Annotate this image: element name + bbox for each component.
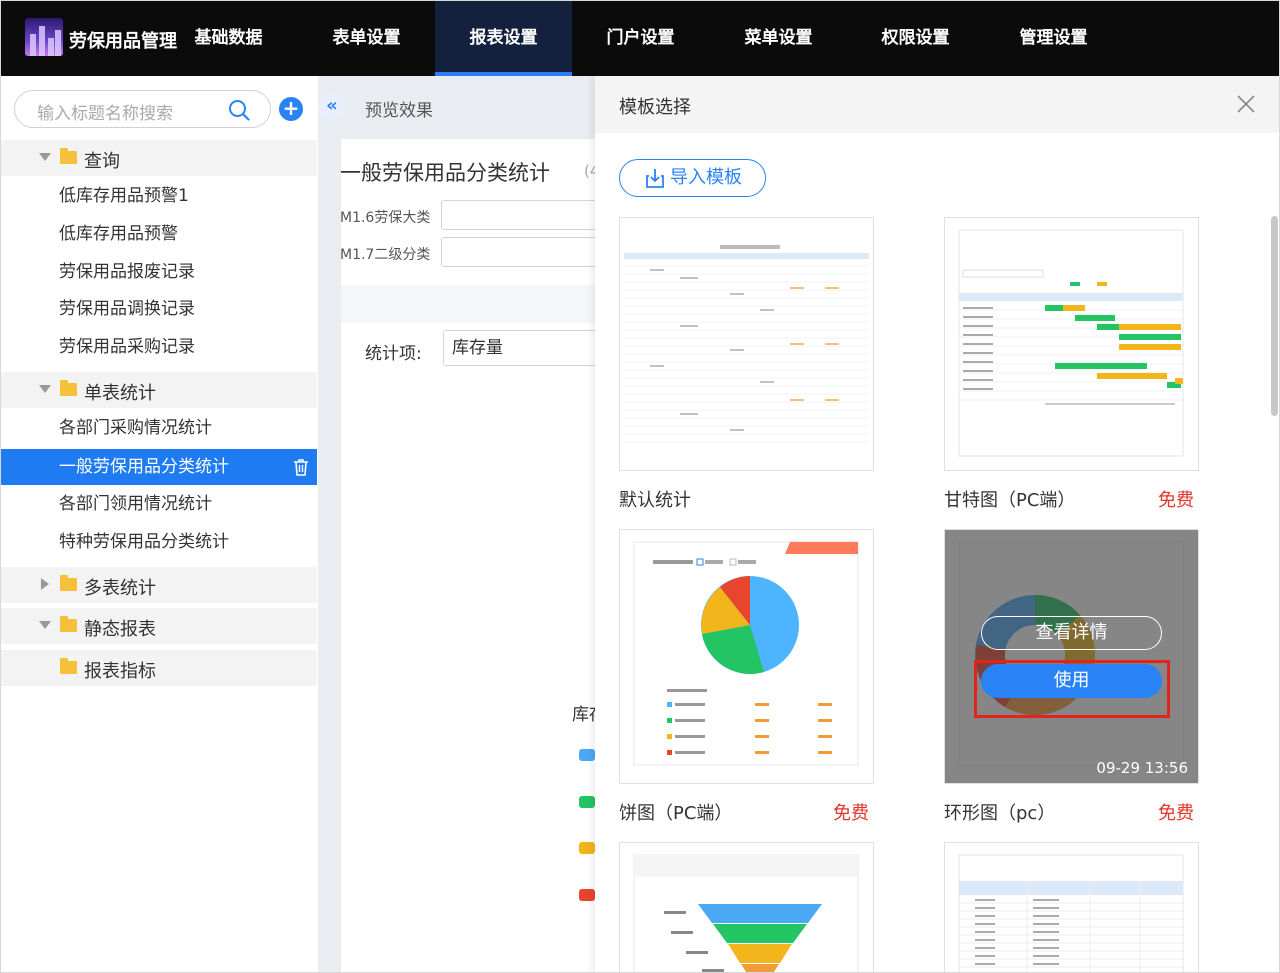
sidebar-item[interactable]: 劳保用品采购记录: [1, 329, 317, 365]
scrollbar[interactable]: [1271, 216, 1278, 416]
filter-category-input[interactable]: [441, 200, 601, 230]
close-icon[interactable]: [1237, 95, 1255, 113]
stat-label: 统计项:: [365, 344, 422, 364]
view-details-button[interactable]: 查看详情: [981, 616, 1162, 650]
sidebar-item-active[interactable]: 一般劳保用品分类统计: [1, 449, 317, 485]
gantt-thumbnail: [958, 229, 1184, 457]
nav-item-form-settings[interactable]: 表单设置: [298, 1, 435, 76]
template-card-donut[interactable]: 查看详情 使用 09-29 13:56: [944, 529, 1199, 784]
panel-header: [595, 76, 1279, 133]
nav-item-permission-settings[interactable]: 权限设置: [847, 1, 984, 76]
sidebar-item[interactable]: 劳保用品调换记录: [1, 291, 317, 327]
template-card-default[interactable]: [619, 217, 874, 471]
folder-label: 查询: [84, 151, 120, 172]
funnel-thumbnail: [633, 854, 859, 972]
folder-label: 多表统计: [84, 578, 156, 599]
sidebar-item[interactable]: 低库存用品预警1: [1, 178, 317, 214]
import-icon: [646, 169, 664, 188]
folder-icon: [60, 575, 77, 591]
folder-icon: [60, 616, 77, 632]
template-card-funnel[interactable]: [619, 842, 874, 972]
divider: [341, 285, 595, 323]
collapse-sidebar-icon[interactable]: «: [319, 94, 345, 120]
import-template-button[interactable]: 导入模板: [619, 159, 766, 197]
trash-icon[interactable]: [293, 458, 309, 476]
sidebar: 输入标题名称搜索 + 查询 低库存用品预警1 低库存用品预警 劳保用品报废记录 …: [1, 76, 319, 972]
add-report-button[interactable]: +: [279, 97, 303, 121]
free-badge: 免费: [833, 803, 869, 824]
import-label: 导入模板: [670, 167, 742, 188]
folder-multi-stats[interactable]: 多表统计: [1, 567, 317, 603]
use-template-button[interactable]: 使用: [981, 664, 1162, 698]
sidebar-item[interactable]: 各部门领用情况统计: [1, 486, 317, 522]
sidebar-item[interactable]: 特种劳保用品分类统计: [1, 524, 317, 560]
hover-overlay: [945, 530, 1198, 783]
chevron-right-icon[interactable]: [41, 578, 49, 590]
legend-swatch: [579, 889, 595, 901]
filter-label: M1.7二级分类: [340, 247, 431, 263]
folder-single-stats[interactable]: 单表统计: [1, 372, 317, 408]
folder-icon: [60, 658, 77, 674]
panel-title: 模板选择: [619, 97, 691, 118]
legend-swatch: [579, 842, 595, 854]
folder-label: 静态报表: [84, 619, 156, 640]
nav-item-report-settings[interactable]: 报表设置: [435, 1, 572, 76]
nav-item-portal-settings[interactable]: 门户设置: [572, 1, 709, 76]
report-title: 一般劳保用品分类统计: [340, 161, 550, 185]
folder-label: 单表统计: [84, 383, 156, 404]
search-placeholder: 输入标题名称搜索: [37, 104, 173, 124]
legend-swatch: [579, 749, 595, 761]
folder-label: 报表指标: [84, 661, 156, 682]
card-name: 饼图（PC端）: [619, 803, 733, 824]
sidebar-item-label: 一般劳保用品分类统计: [59, 457, 229, 477]
sidebar-item[interactable]: 劳保用品报废记录: [1, 254, 317, 290]
free-badge: 免费: [1158, 803, 1194, 824]
chevron-down-icon[interactable]: [39, 153, 51, 161]
card-name: 环形图（pc）: [944, 803, 1056, 824]
card-name: 默认统计: [619, 490, 691, 511]
free-badge: 免费: [1158, 490, 1194, 511]
legend-swatch: [579, 796, 595, 808]
template-card-pie[interactable]: [619, 529, 874, 784]
folder-icon: [60, 148, 77, 164]
filter-label: M1.6劳保大类: [340, 210, 431, 226]
template-card-gantt[interactable]: [944, 217, 1199, 471]
template-card-table[interactable]: [944, 842, 1199, 972]
folder-static-report[interactable]: 静态报表: [1, 608, 317, 644]
card-name: 甘特图（PC端）: [944, 490, 1076, 511]
folder-query[interactable]: 查询: [1, 140, 317, 176]
preview-label: 预览效果: [365, 101, 433, 121]
sidebar-item[interactable]: 各部门采购情况统计: [1, 410, 317, 446]
app-window: 劳保用品管理 基础数据 表单设置 报表设置 门户设置 菜单设置 权限设置 管理设…: [0, 0, 1280, 973]
app-logo: [25, 18, 63, 56]
template-panel: [595, 76, 1279, 972]
filter-subcategory-input[interactable]: [441, 237, 601, 267]
nav-item-admin-settings[interactable]: 管理设置: [985, 1, 1122, 76]
chevron-down-icon[interactable]: [39, 385, 51, 393]
chevron-down-icon[interactable]: [39, 621, 51, 629]
table-thumbnail: [620, 218, 873, 470]
nav-item-menu-settings[interactable]: 菜单设置: [710, 1, 847, 76]
nav-item-basic-data[interactable]: 基础数据: [160, 1, 297, 76]
top-nav: 劳保用品管理 基础数据 表单设置 报表设置 门户设置 菜单设置 权限设置 管理设…: [1, 1, 1279, 76]
search-icon[interactable]: [228, 99, 250, 121]
sidebar-item[interactable]: 低库存用品预警: [1, 216, 317, 252]
folder-icon: [60, 380, 77, 396]
pie-thumbnail: [633, 541, 859, 766]
folder-report-indicator[interactable]: 报表指标: [1, 650, 317, 686]
table-thumbnail: [958, 854, 1184, 972]
stat-select[interactable]: 库存量: [443, 330, 603, 366]
card-timestamp: 09-29 13:56: [1096, 759, 1188, 777]
search-input[interactable]: 输入标题名称搜索: [14, 90, 271, 128]
